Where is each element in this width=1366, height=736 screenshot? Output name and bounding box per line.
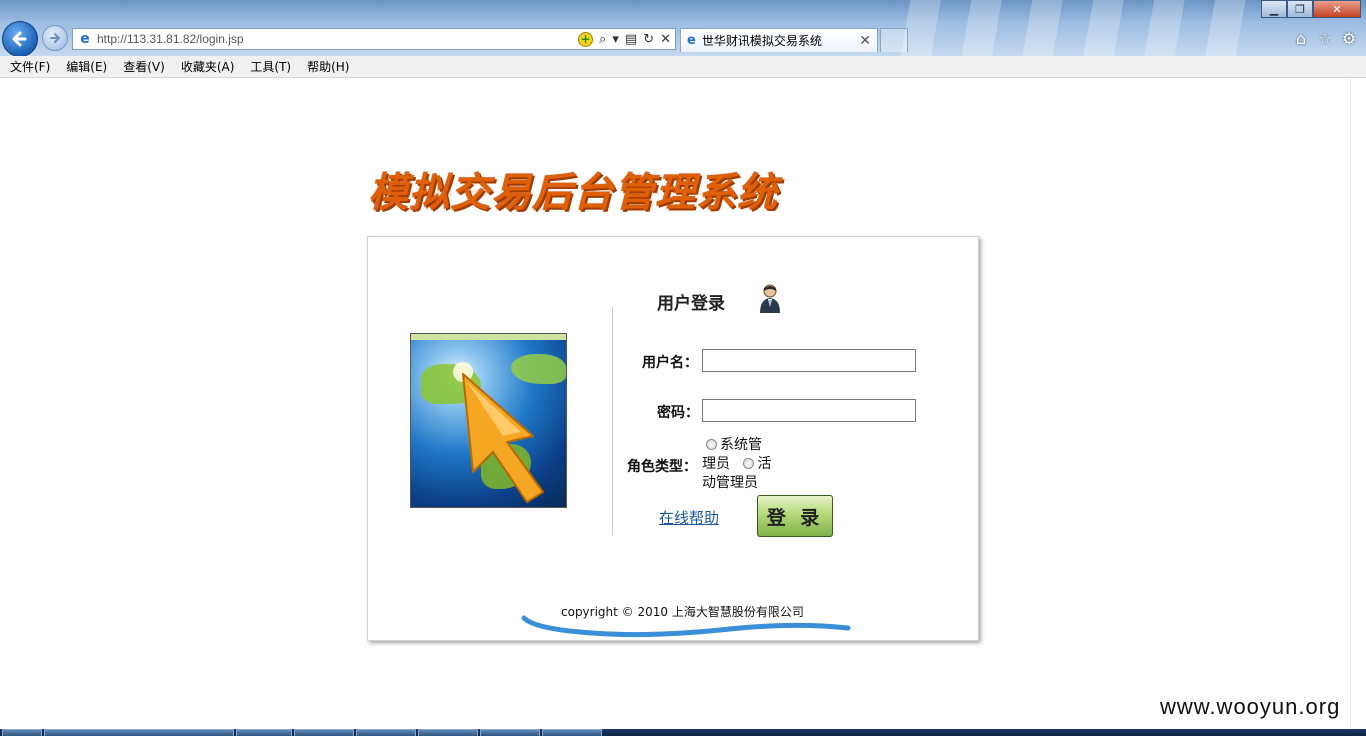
menu-tools[interactable]: 工具(T) [244, 58, 297, 75]
username-input[interactable] [702, 349, 916, 372]
compat-view-icon[interactable]: ▤ [625, 32, 637, 47]
taskbar-item[interactable] [542, 729, 602, 736]
taskbar-item[interactable] [418, 729, 478, 736]
tab-title: 世华财讯模拟交易系统 [701, 34, 822, 48]
scrollbar-track[interactable] [1350, 79, 1366, 729]
annotation-underline [521, 615, 851, 638]
address-bar[interactable]: e http://113.31.81.82/login.jsp + ⌕ ▾ ▤ … [72, 28, 676, 50]
role-radio-system-admin[interactable] [706, 439, 717, 450]
tab-close-icon[interactable]: ✕ [859, 33, 871, 49]
browser-chrome: e http://113.31.81.82/login.jsp + ⌕ ▾ ▤ … [0, 0, 1366, 57]
system-title-reflection: 模拟交易后台管理系统 [368, 186, 848, 203]
close-icon: ✕ [1332, 2, 1342, 16]
taskbar-item[interactable] [356, 729, 416, 736]
restore-button[interactable]: ❐ [1287, 0, 1313, 18]
new-tab-button[interactable] [880, 28, 908, 52]
watermark-text: www.wooyun.org [1160, 694, 1341, 719]
ie-tab-icon: e [687, 33, 696, 48]
menu-view[interactable]: 查看(V) [117, 58, 171, 75]
menu-favorites[interactable]: 收藏夹(A) [175, 58, 241, 75]
address-url[interactable]: http://113.31.81.82/login.jsp [97, 32, 578, 46]
login-panel: 用户登录 用户名： 密码： 角色类型： 系统管 理员 活 动管理员 在线帮助 登… [367, 236, 979, 641]
search-icon[interactable]: ⌕ [599, 32, 606, 47]
home-icon[interactable]: ⌂ [1292, 30, 1310, 48]
taskbar-item[interactable] [480, 729, 540, 736]
online-help-link[interactable]: 在线帮助 [659, 507, 719, 528]
role-type-label: 角色类型： [627, 459, 697, 475]
role-option-system-admin-label-cont: 理员 [702, 456, 730, 472]
role-options: 系统管 理员 活 动管理员 [702, 436, 786, 493]
arrow-right-icon [50, 33, 60, 43]
minimize-button[interactable]: ▁ [1261, 0, 1287, 18]
taskbar-start[interactable] [2, 729, 42, 736]
taskbar [0, 729, 1366, 736]
menu-bar: 文件(F) 编辑(E) 查看(V) 收藏夹(A) 工具(T) 帮助(H) [0, 56, 1366, 78]
cursor-arrow-icon [453, 362, 544, 503]
user-avatar-icon [760, 284, 780, 313]
dropdown-icon[interactable]: ▾ [612, 32, 619, 47]
address-tools: + ⌕ ▾ ▤ ↻ ✕ [578, 31, 671, 47]
role-option-activity-admin-label: 活 [757, 456, 772, 472]
password-label: 密码： [657, 405, 699, 421]
window-background [880, 0, 1260, 56]
login-heading: 用户登录 [657, 294, 725, 314]
menu-edit[interactable]: 编辑(E) [60, 58, 113, 75]
panel-divider [612, 307, 613, 535]
ie-page-icon: e [80, 31, 90, 47]
username-label: 用户名： [642, 355, 698, 371]
stop-icon[interactable]: ✕ [660, 32, 671, 47]
arrow-left-icon [12, 31, 27, 47]
gear-icon[interactable]: ⚙ [1340, 30, 1358, 48]
taskbar-item[interactable] [236, 729, 292, 736]
menu-help[interactable]: 帮助(H) [301, 58, 355, 75]
favorites-star-icon[interactable]: ☆ [1316, 30, 1334, 48]
tab-active[interactable]: e 世华财讯模拟交易系统 ✕ [680, 28, 878, 52]
taskbar-item[interactable] [294, 729, 354, 736]
forward-button[interactable] [42, 25, 68, 51]
role-option-system-admin-label: 系统管 [720, 437, 762, 453]
role-option-activity-admin-label-cont: 动管理员 [702, 475, 758, 491]
minimize-icon: ▁ [1269, 2, 1279, 16]
restore-icon: ❐ [1295, 2, 1305, 16]
login-button[interactable]: 登 录 [757, 495, 833, 537]
taskbar-item[interactable] [44, 729, 234, 736]
back-button[interactable] [2, 21, 38, 57]
password-input[interactable] [702, 399, 916, 422]
menu-file[interactable]: 文件(F) [4, 58, 56, 75]
globe-logo [410, 333, 567, 508]
role-radio-activity-admin[interactable] [743, 458, 755, 469]
compatibility-icon[interactable]: + [578, 31, 594, 47]
close-window-button[interactable]: ✕ [1313, 0, 1361, 18]
refresh-icon[interactable]: ↻ [643, 32, 654, 47]
